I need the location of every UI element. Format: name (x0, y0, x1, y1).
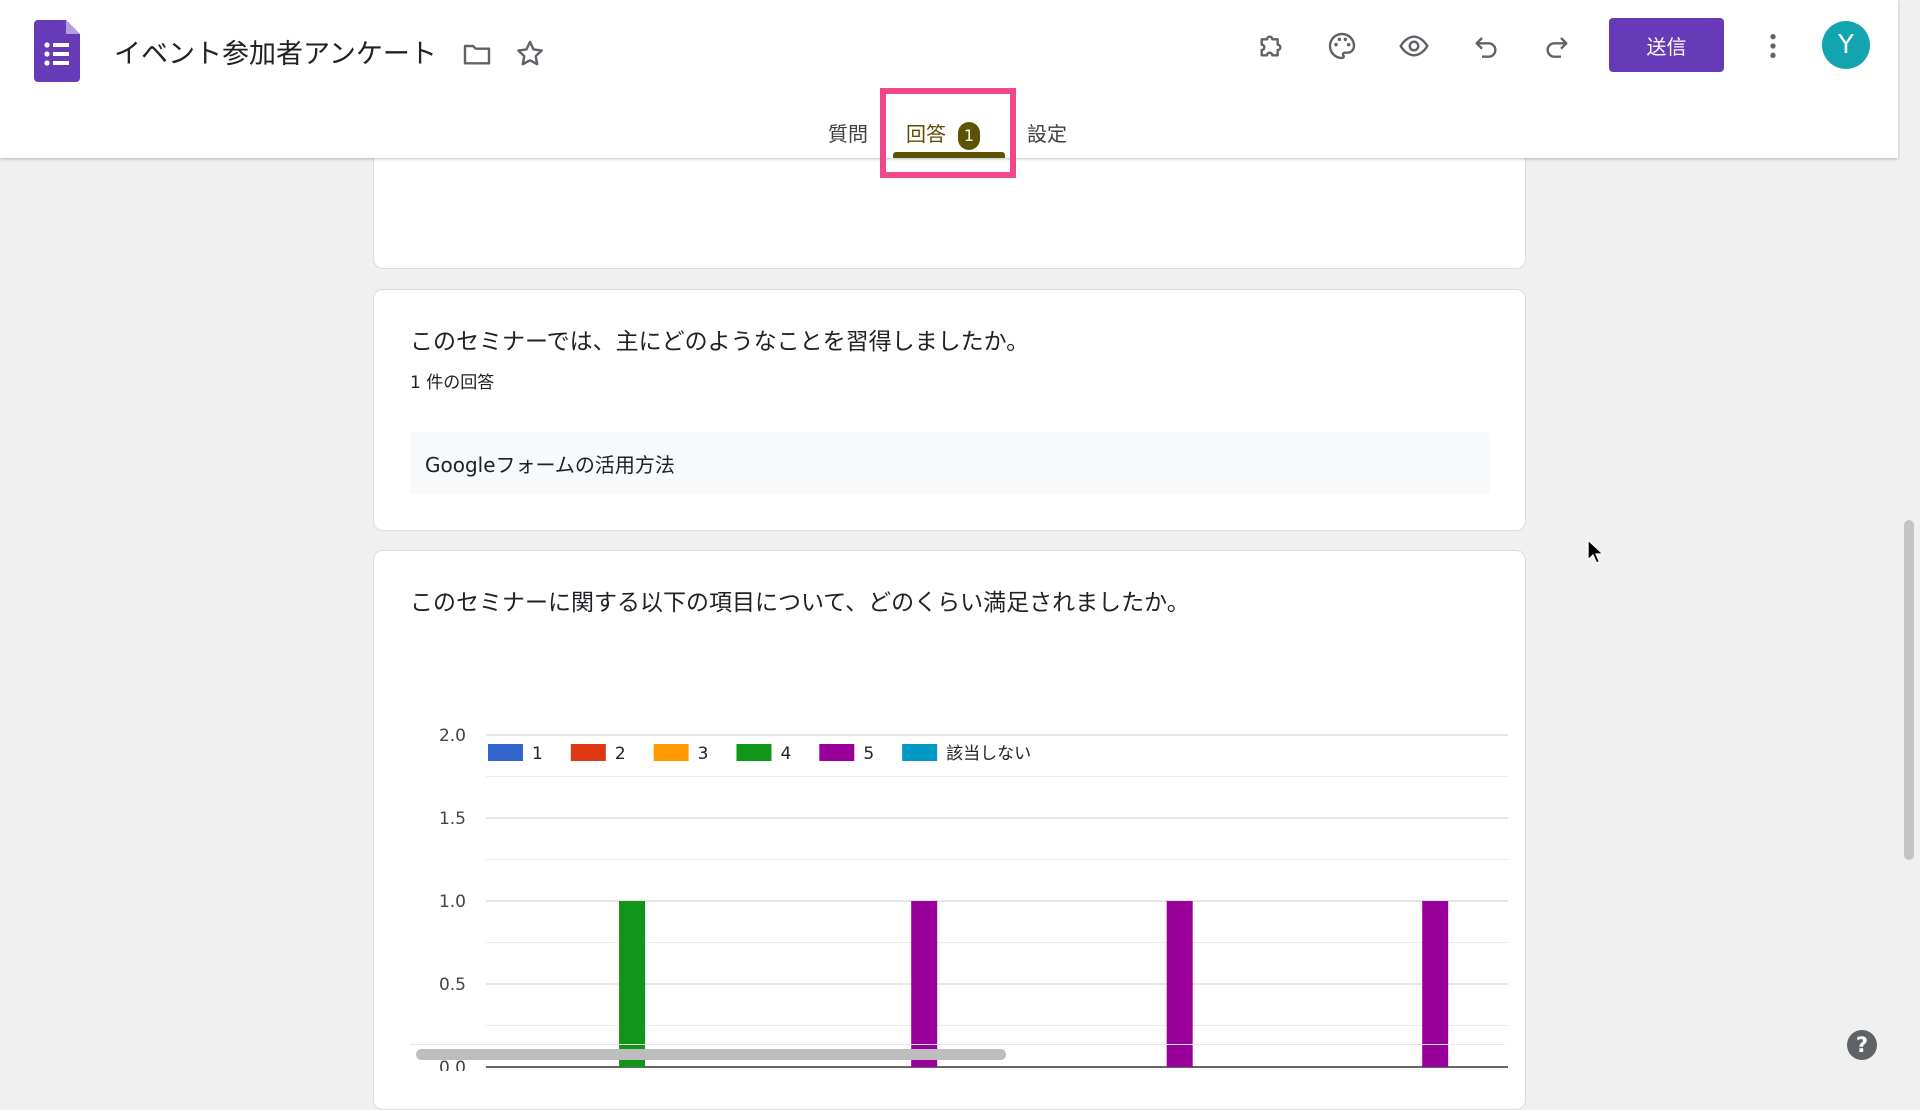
forms-logo-icon[interactable] (34, 20, 80, 82)
legend-label: 該当しない (946, 744, 1031, 764)
bar (1166, 901, 1193, 1067)
legend-label: 3 (698, 744, 709, 764)
send-button[interactable]: 送信 (1609, 18, 1724, 72)
avatar[interactable]: Y (1822, 21, 1870, 69)
bar (911, 901, 938, 1067)
mouse-cursor-icon (1587, 538, 1605, 569)
page-scrollbar-thumb[interactable] (1904, 520, 1914, 860)
y-tick-label: 2.0 (439, 726, 466, 746)
response-count-badge: 1 (958, 121, 980, 150)
legend-swatch (653, 744, 689, 761)
tab-responses[interactable]: 回答 1 (906, 118, 980, 150)
chart-scroll-thumb[interactable] (416, 1049, 1006, 1060)
legend-label: 5 (863, 744, 874, 764)
legend-swatch (819, 744, 855, 761)
legend-label: 1 (532, 744, 543, 764)
legend-swatch (736, 744, 772, 761)
undo-icon[interactable] (1466, 26, 1506, 66)
folder-icon[interactable] (457, 34, 497, 74)
redo-icon[interactable] (1537, 26, 1577, 66)
legend-swatch (570, 744, 606, 761)
question-title: このセミナーでは、主にどのようなことを習得しましたか。 (410, 329, 1030, 355)
question-card-text: このセミナーでは、主にどのようなことを習得しましたか。 1 件の回答 Googl… (373, 289, 1526, 531)
text-answer: Googleフォームの活用方法 (410, 432, 1490, 494)
app-header: イベント参加者アンケート 送信 Y 質問 回答 1 設定 (0, 0, 1898, 158)
question-title: このセミナーに関する以下の項目について、どのくらい満足されましたか。 (410, 590, 1190, 616)
y-tick-label: 1.0 (439, 892, 466, 912)
legend-label: 2 (615, 744, 626, 764)
bar (619, 901, 646, 1067)
legend-label: 4 (780, 744, 791, 764)
y-tick-label: 1.5 (439, 809, 466, 829)
addon-icon[interactable] (1251, 26, 1291, 66)
form-title[interactable]: イベント参加者アンケート (114, 32, 437, 71)
preview-eye-icon[interactable] (1394, 26, 1434, 66)
legend-swatch (902, 744, 938, 761)
tab-responses-label: 回答 (906, 122, 946, 146)
question-card-grid: このセミナーに関する以下の項目について、どのくらい満足されましたか。 0.0 0.… (373, 550, 1526, 1110)
bar (1422, 901, 1449, 1067)
chart-scrollbar[interactable] (410, 1044, 1505, 1060)
tab-questions[interactable]: 質問 (828, 118, 868, 147)
bar-chart: 0.00.51.01.52.0開催時間料金レジュメの見やすさ音声の音量12345… (439, 726, 1508, 1071)
help-icon[interactable]: ? (1847, 1030, 1877, 1060)
legend-swatch (488, 744, 523, 761)
palette-icon[interactable] (1322, 26, 1362, 66)
y-tick-label: 0.5 (439, 975, 466, 995)
response-count: 1 件の回答 (410, 373, 495, 393)
tab-settings[interactable]: 設定 (1027, 118, 1067, 147)
star-icon[interactable] (510, 34, 550, 74)
more-vert-icon[interactable] (1753, 26, 1793, 66)
active-tab-indicator (893, 152, 1005, 158)
